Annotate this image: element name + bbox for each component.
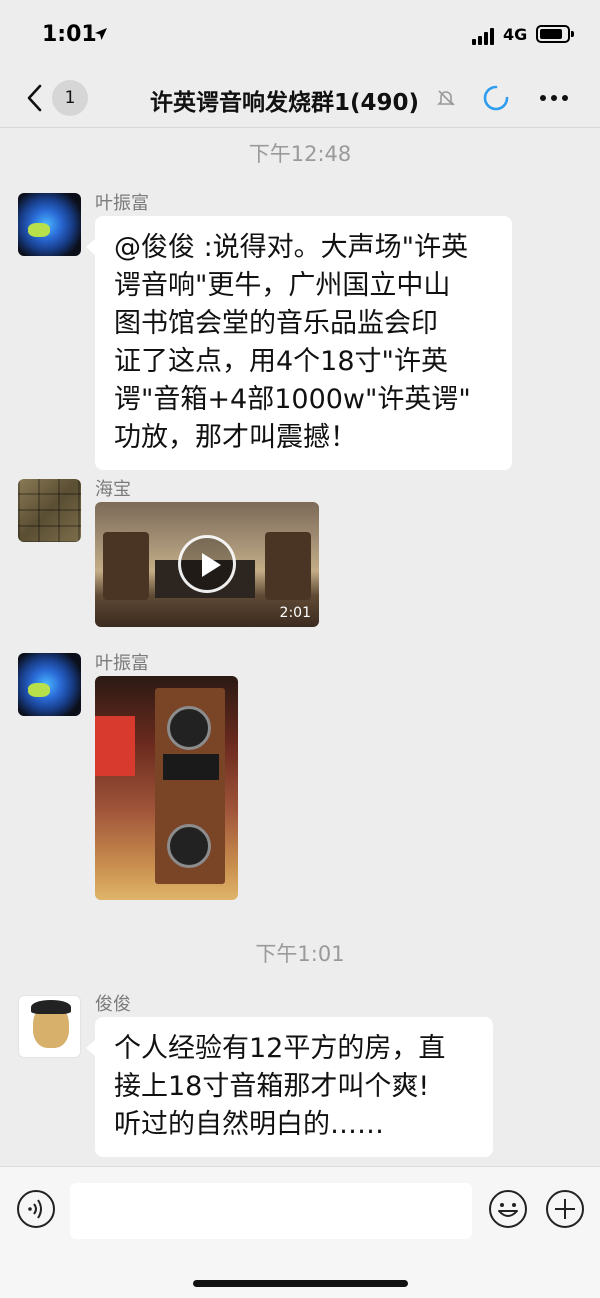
avatar[interactable] bbox=[18, 479, 81, 542]
nav-bar: 1 许英谔音响发烧群1(490) bbox=[0, 66, 600, 128]
signal-strength-icon bbox=[472, 27, 498, 45]
voice-input-icon[interactable] bbox=[16, 1189, 56, 1229]
avatar[interactable] bbox=[18, 193, 81, 256]
message-line: @俊俊 :说得对。大声场"许英 bbox=[114, 232, 469, 263]
chevron-left-icon bbox=[27, 84, 42, 112]
woofer-shape bbox=[167, 824, 211, 868]
speaker-right-shape bbox=[265, 532, 311, 600]
horn-shape bbox=[163, 754, 219, 780]
video-message[interactable]: 2:01 bbox=[95, 502, 319, 627]
emoji-icon[interactable] bbox=[488, 1189, 528, 1229]
time-divider: 下午12:48 bbox=[248, 142, 352, 166]
stage-screen-shape bbox=[95, 716, 135, 776]
woofer-shape bbox=[167, 706, 211, 750]
more-options-button[interactable] bbox=[536, 84, 572, 110]
status-bar: 1:01 4G bbox=[0, 0, 600, 66]
network-label: 4G bbox=[503, 25, 528, 44]
time-divider: 下午1:01 bbox=[255, 942, 345, 966]
mute-bell-icon bbox=[437, 90, 455, 106]
unread-badge: 1 bbox=[52, 80, 88, 116]
message-line: 谔"音箱+4部1000w"许英谔" bbox=[114, 384, 471, 415]
sender-name: 叶振富 bbox=[95, 193, 149, 214]
back-button[interactable]: 1 bbox=[26, 80, 96, 116]
message-line: 证了这点，用4个18寸"许英 bbox=[114, 346, 448, 377]
home-indicator bbox=[193, 1280, 408, 1287]
message-line: 接上18寸音箱那才叫个爽! bbox=[114, 1071, 430, 1102]
image-message[interactable] bbox=[95, 676, 238, 900]
play-icon[interactable] bbox=[178, 535, 236, 593]
input-bar bbox=[0, 1166, 600, 1298]
message-bubble[interactable]: @俊俊 :说得对。大声场"许英 谔音响"更牛，广州国立中山 图书馆会堂的音乐品监… bbox=[86, 216, 512, 470]
chat-title: 许英谔音响发烧群1(490) bbox=[150, 90, 420, 116]
location-arrow-icon bbox=[95, 28, 107, 40]
avatar[interactable] bbox=[18, 653, 81, 716]
speaker-left-shape bbox=[103, 532, 149, 600]
message-line: 图书馆会堂的音乐品监会印 bbox=[114, 308, 438, 339]
message-line: 功放，那才叫震撼！ bbox=[114, 422, 357, 453]
sender-name: 俊俊 bbox=[95, 994, 131, 1015]
video-duration: 2:01 bbox=[279, 605, 311, 621]
message-line: 个人经验有12平方的房，直 bbox=[114, 1033, 446, 1064]
status-time: 1:01 bbox=[42, 22, 97, 47]
message-bubble[interactable]: 个人经验有12平方的房，直 接上18寸音箱那才叫个爽! 听过的自然明白的…… bbox=[86, 1017, 493, 1157]
sender-name: 叶振富 bbox=[95, 653, 149, 674]
battery-icon bbox=[536, 25, 574, 43]
avatar[interactable] bbox=[18, 995, 81, 1058]
plus-icon[interactable] bbox=[545, 1189, 585, 1229]
sender-name: 海宝 bbox=[95, 479, 131, 500]
message-line: 谔音响"更牛，广州国立中山 bbox=[114, 270, 451, 301]
message-input[interactable] bbox=[70, 1183, 472, 1239]
message-line: 听过的自然明白的…… bbox=[114, 1109, 384, 1140]
sync-icon[interactable] bbox=[482, 84, 510, 112]
